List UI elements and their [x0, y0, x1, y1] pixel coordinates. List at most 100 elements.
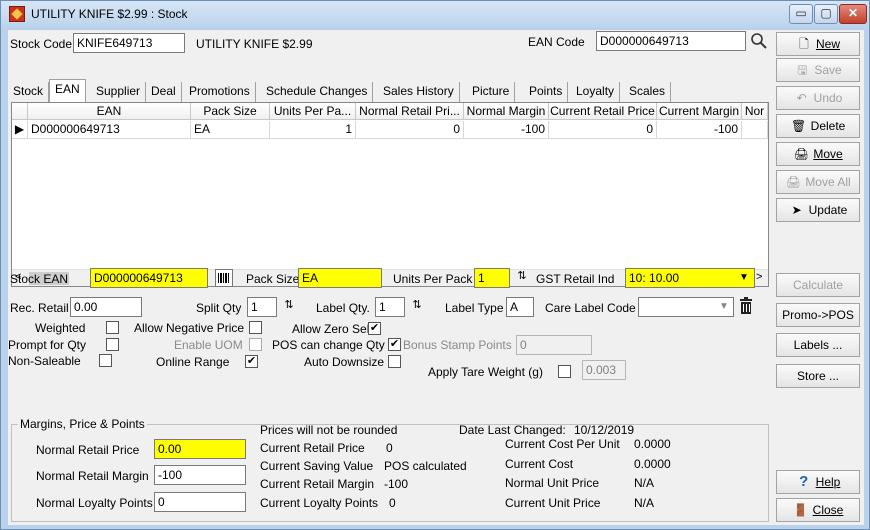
pos-can-change-qty-checkbox[interactable]: ✔ [388, 338, 401, 351]
minimize-button[interactable]: ▭ [789, 4, 813, 24]
label-type-field[interactable]: A [506, 297, 534, 317]
labels-button[interactable]: Labels ... [776, 333, 860, 357]
floppy-icon: 🖫 [797, 63, 808, 77]
tab-schedule-changes[interactable]: Schedule Changes [261, 82, 374, 102]
grid-header-current-margin[interactable]: Current Margin [657, 103, 742, 120]
apply-tare-weight-checkbox[interactable] [558, 365, 571, 378]
allow-zero-sell-checkbox[interactable]: ✔ [368, 322, 381, 335]
split-qty-field[interactable]: 1 [247, 297, 277, 317]
store-button[interactable]: Store ... [776, 364, 860, 388]
units-per-pack-label: Units Per Pack [393, 272, 473, 286]
tab-scales[interactable]: Scales [624, 82, 672, 102]
barcode-icon[interactable] [215, 269, 233, 287]
tab-loyalty[interactable]: Loyalty [571, 82, 621, 102]
scroll-right-icon[interactable]: > [756, 271, 762, 283]
tab-sales-history[interactable]: Sales History [378, 82, 460, 102]
tab-stock[interactable]: Stock [8, 82, 50, 102]
tab-deal[interactable]: Deal [146, 82, 182, 102]
window-close-button[interactable]: ✕ [839, 4, 867, 24]
grid-header-units-per-pack[interactable]: Units Per Pa... [270, 103, 356, 120]
cost-per-unit-label: Current Cost Per Unit [505, 437, 620, 451]
current-saving-value-label: Current Saving Value [260, 459, 374, 473]
split-qty-spinner-icon[interactable]: ⇅ [280, 297, 298, 315]
grid-cell-current-retail-price[interactable]: 0 [549, 121, 657, 139]
grid-cell-nor[interactable] [742, 121, 768, 139]
tab-points[interactable]: Points [524, 82, 569, 102]
grid-cell-units-per-pack[interactable]: 1 [270, 121, 356, 139]
grid-cell-normal-retail-price[interactable]: 0 [356, 121, 464, 139]
close-button-label: Close [812, 503, 844, 517]
help-button-label: Help [815, 475, 841, 489]
auto-downsize-checkbox[interactable] [388, 355, 401, 368]
units-per-pack-field[interactable]: 1 [474, 268, 510, 288]
stock-ean-field[interactable]: D000000649713 [90, 268, 208, 288]
grid-cell-normal-margin[interactable]: -100 [464, 121, 549, 139]
grid-header-normal-retail-price[interactable]: Normal Retail Pri... [356, 103, 464, 120]
new-button[interactable]: 🗋 New [776, 32, 860, 56]
help-button[interactable]: ? Help [776, 470, 860, 494]
normal-retail-margin-field[interactable]: -100 [154, 465, 246, 485]
enable-uom-checkbox[interactable] [249, 338, 262, 351]
tab-supplier[interactable]: Supplier [91, 82, 147, 102]
gst-retail-select[interactable]: 10: 10.00 [625, 268, 755, 288]
tab-picture[interactable]: Picture [467, 82, 516, 102]
care-label-dropdown-icon[interactable]: ▼ [719, 301, 729, 312]
pack-size-field[interactable]: EA [298, 268, 382, 288]
move-all-button[interactable]: 🖨 Move All [776, 170, 860, 194]
allow-negative-price-checkbox[interactable] [249, 321, 262, 334]
grid-cell-current-margin[interactable]: -100 [657, 121, 742, 139]
online-range-checkbox[interactable]: ✔ [245, 355, 258, 368]
maximize-button[interactable]: ▢ [814, 4, 838, 24]
current-cost-label: Current Cost [505, 457, 574, 471]
update-button-label: Update [808, 203, 848, 217]
search-icon[interactable] [750, 32, 768, 50]
normal-unit-price-value: N/A [634, 476, 655, 490]
row-selector-icon[interactable]: ▶ [12, 121, 28, 139]
ean-code-field[interactable]: D000000649713 [596, 31, 746, 51]
weighted-label: Weighted [35, 321, 86, 335]
new-document-icon: 🗋 [799, 37, 809, 51]
undo-button[interactable]: ↶ Undo [776, 86, 860, 110]
tab-promotions[interactable]: Promotions [184, 82, 256, 102]
non-saleable-checkbox[interactable] [99, 354, 112, 367]
grid-cell-pack-size[interactable]: EA [191, 121, 270, 139]
delete-button[interactable]: 🗑 Delete [776, 114, 860, 138]
label-qty-field[interactable]: 1 [375, 297, 405, 317]
save-button-label: Save [814, 63, 842, 77]
trash-icon[interactable] [739, 297, 755, 315]
calculate-button[interactable]: Calculate [776, 273, 860, 297]
grid-header-ean[interactable]: EAN [28, 103, 191, 120]
save-button[interactable]: 🖫 Save [776, 58, 860, 82]
units-per-pack-spinner-icon[interactable]: ⇅ [513, 268, 531, 286]
non-saleable-label: Non-Saleable [8, 354, 81, 368]
grid-header-nor[interactable]: Nor [742, 103, 768, 120]
grid-cell-ean[interactable]: D000000649713 [28, 121, 191, 139]
tab-ean[interactable]: EAN [49, 79, 86, 102]
update-button[interactable]: ➤ Update [776, 198, 860, 222]
action-panel: 🗋 New 🖫 Save ↶ Undo 🗑 Delete 🖨 Move 🖨 Move All… [771, 30, 864, 525]
bonus-stamp-points-field[interactable]: 0 [516, 335, 592, 355]
current-retail-margin-label: Current Retail Margin [260, 477, 375, 491]
weighted-checkbox[interactable] [106, 321, 119, 334]
move-button[interactable]: 🖨 Move [776, 142, 860, 166]
current-cost-value: 0.0000 [634, 457, 671, 471]
exit-door-icon: 🚪 [793, 503, 809, 517]
split-qty-label: Split Qty [196, 301, 242, 315]
grid-header-current-retail-price[interactable]: Current Retail Price [549, 103, 657, 120]
promo-pos-button[interactable]: Promo->POS [776, 303, 860, 327]
label-qty-spinner-icon[interactable]: ⇅ [408, 297, 426, 315]
normal-loyalty-points-field[interactable]: 0 [154, 492, 246, 512]
ean-grid: EAN Pack Size Units Per Pa... Normal Ret… [11, 102, 769, 287]
tare-weight-field[interactable]: 0.003 [582, 360, 626, 380]
stock-code-field[interactable]: KNIFE649713 [73, 33, 185, 53]
normal-retail-price-field[interactable]: 0.00 [154, 439, 246, 459]
gst-dropdown-chevron-icon[interactable]: ▼ [739, 272, 749, 283]
grid-header-normal-margin[interactable]: Normal Margin [464, 103, 549, 120]
close-button[interactable]: 🚪 Close [776, 498, 860, 522]
grid-header-pack-size[interactable]: Pack Size [191, 103, 270, 120]
prompt-for-qty-checkbox[interactable] [106, 338, 119, 351]
online-range-label: Online Range [156, 355, 230, 369]
new-button-label: New [815, 37, 840, 51]
rec-retail-field[interactable]: 0.00 [70, 297, 142, 317]
undo-button-label: Undo [813, 91, 843, 105]
